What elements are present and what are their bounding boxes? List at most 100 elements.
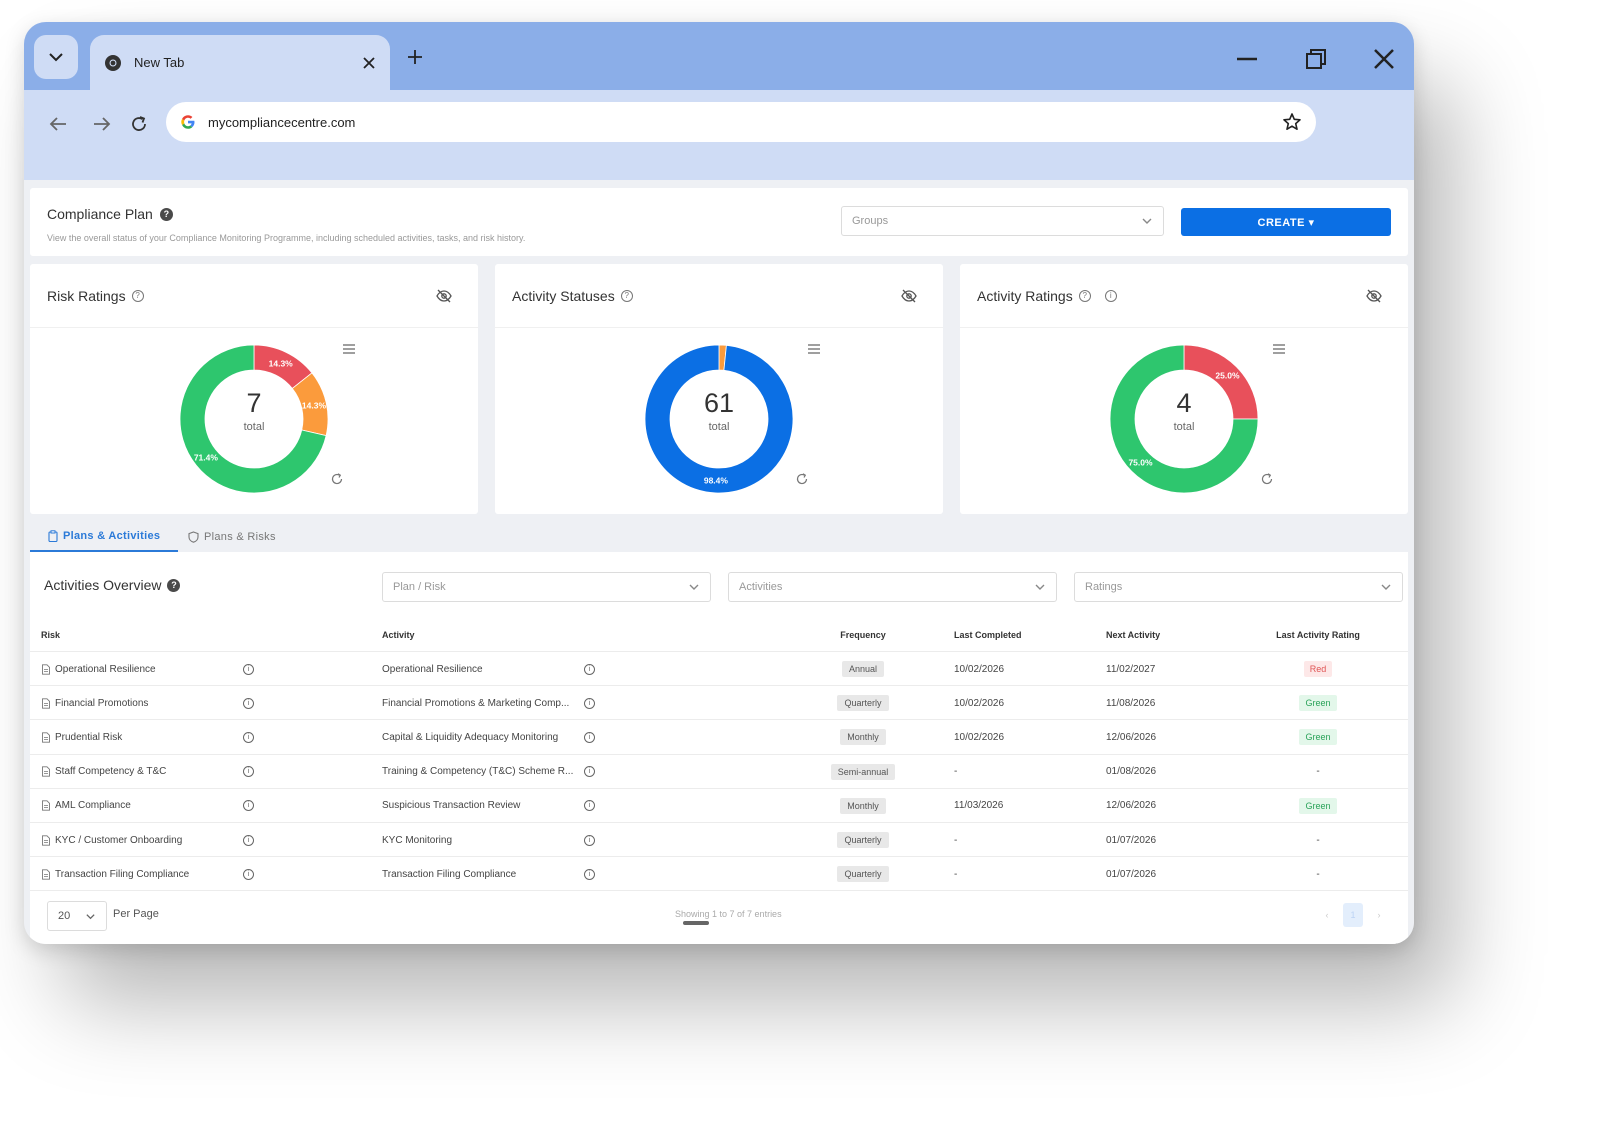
help-icon[interactable]: ? — [131, 289, 144, 302]
rating-badge: Green — [1299, 695, 1337, 712]
risk-info-button[interactable]: i — [243, 823, 254, 857]
help-icon[interactable]: ? — [167, 578, 181, 592]
activities-select[interactable]: Activities — [728, 572, 1057, 602]
restore-icon — [1306, 49, 1326, 69]
column-header-risk[interactable]: Risk — [41, 630, 60, 640]
activity-info-button[interactable]: i — [584, 823, 595, 857]
risk-info-button[interactable]: i — [243, 652, 254, 686]
refresh-icon[interactable] — [1261, 473, 1273, 485]
slice-label: 14.3% — [269, 359, 294, 369]
create-button[interactable]: CREATE ▾ — [1181, 208, 1391, 236]
risk-info-button[interactable]: i — [243, 686, 254, 720]
eye-off-icon[interactable] — [1366, 288, 1382, 304]
next-page-button[interactable]: › — [1369, 903, 1389, 927]
last-completed-cell: - — [954, 766, 958, 778]
table-row[interactable]: Staff Competency & T&C i Training & Comp… — [30, 753, 1408, 789]
column-header-activity[interactable]: Activity — [382, 630, 415, 640]
prev-page-button[interactable]: ‹ — [1317, 903, 1337, 927]
table-row[interactable]: AML Compliance i Suspicious Transaction … — [30, 787, 1408, 823]
activity-name: Financial Promotions & Marketing Comp... — [382, 697, 570, 709]
close-icon[interactable] — [362, 56, 376, 70]
next-activity-cell: 11/02/2027 — [1106, 663, 1156, 675]
activity-info-button[interactable]: i — [584, 857, 595, 891]
reload-icon — [132, 116, 146, 131]
forward-button[interactable] — [88, 110, 116, 138]
refresh-icon[interactable] — [331, 473, 343, 485]
help-icon[interactable]: ? — [1078, 289, 1091, 302]
minimize-button[interactable] — [1232, 44, 1262, 74]
risk-cell: Operational Resilience — [41, 652, 156, 686]
browser-tab[interactable]: New Tab — [90, 35, 390, 90]
help-icon[interactable]: ? — [159, 207, 173, 221]
url-text: mycompliancecentre.com — [208, 114, 356, 130]
table-row[interactable]: Transaction Filing Compliance i Transact… — [30, 856, 1408, 890]
menu-icon[interactable] — [1273, 344, 1285, 354]
last-completed-cell: 10/02/2026 — [954, 731, 1005, 743]
column-header-last-activity-rating[interactable]: Last Activity Rating — [1268, 630, 1368, 640]
donut-center: 4 total — [1134, 388, 1234, 433]
rating-cell: Green — [1268, 686, 1368, 720]
reload-button[interactable] — [125, 110, 153, 138]
donut-center: 61 total — [669, 388, 769, 433]
column-header-frequency[interactable]: Frequency — [821, 630, 905, 640]
frequency-badge: Quarterly — [837, 832, 889, 848]
risk-name: Staff Competency & T&C — [55, 766, 167, 778]
table-row[interactable]: Financial Promotions i Financial Promoti… — [30, 685, 1408, 719]
total-count: 7 — [246, 388, 262, 418]
frequency-cell: Semi-annual — [821, 755, 905, 789]
groups-select[interactable]: Groups — [841, 206, 1164, 236]
info-icon: i — [584, 697, 595, 709]
new-tab-button[interactable] — [402, 44, 428, 70]
card-title: Risk Ratings — [47, 287, 126, 304]
menu-icon[interactable] — [343, 344, 355, 354]
document-icon — [42, 663, 50, 675]
info-icon: i — [243, 766, 254, 778]
back-button[interactable] — [44, 110, 72, 138]
activity-info-button[interactable]: i — [584, 755, 595, 789]
table-row[interactable]: Prudential Risk i Capital & Liquidity Ad… — [30, 719, 1408, 753]
menu-icon[interactable] — [808, 344, 820, 354]
address-bar[interactable]: mycompliancecentre.com — [166, 102, 1316, 142]
total-label: total — [243, 421, 265, 433]
eye-off-icon[interactable] — [901, 288, 917, 304]
activity-info-button[interactable]: i — [584, 789, 595, 823]
column-header-last-completed[interactable]: Last Completed — [954, 630, 1022, 640]
table-row[interactable]: Operational Resilience i Operational Res… — [30, 651, 1408, 685]
risk-info-button[interactable]: i — [243, 755, 254, 789]
column-header-next-activity[interactable]: Next Activity — [1106, 630, 1160, 640]
tab-plans-risks[interactable]: Plans & Risks — [188, 522, 298, 552]
view-tabs: Plans & Activities Plans & Risks — [30, 522, 1408, 552]
next-activity-cell: 01/08/2026 — [1106, 766, 1157, 778]
info-icon[interactable]: i — [1104, 289, 1117, 302]
total-label: total — [1173, 421, 1195, 433]
plan-risk-select[interactable]: Plan / Risk — [382, 572, 711, 602]
frequency-badge: Quarterly — [837, 695, 889, 712]
table-row[interactable]: KYC / Customer Onboarding i KYC Monitori… — [30, 822, 1408, 856]
next-activity-cell: 01/07/2026 — [1106, 834, 1157, 846]
eye-off-icon[interactable] — [436, 288, 452, 304]
info-icon: i — [243, 868, 254, 880]
activity-info-button[interactable]: i — [584, 686, 595, 720]
slice-label: 98.4% — [704, 475, 729, 485]
chrome-icon — [105, 54, 121, 71]
risk-info-button[interactable]: i — [243, 857, 254, 891]
activity-info-button[interactable]: i — [584, 652, 595, 686]
rating-value: - — [1316, 868, 1320, 880]
rating-badge: Green — [1299, 729, 1337, 746]
scrollbar-thumb[interactable] — [683, 921, 709, 925]
star-icon[interactable] — [1282, 112, 1302, 132]
risk-info-button[interactable]: i — [243, 720, 254, 754]
tab-plans-activities[interactable]: Plans & Activities — [30, 522, 178, 552]
last-completed-cell: 11/03/2026 — [954, 800, 1004, 812]
restore-button[interactable] — [1301, 44, 1331, 74]
card-title: Activity Ratings — [977, 287, 1073, 304]
ratings-select[interactable]: Ratings — [1074, 572, 1403, 602]
tab-search-button[interactable] — [34, 35, 78, 79]
help-icon[interactable]: ? — [620, 289, 633, 302]
risk-info-button[interactable]: i — [243, 789, 254, 823]
per-page-select[interactable]: 20 — [47, 901, 107, 931]
activity-info-button[interactable]: i — [584, 720, 595, 754]
page-1-button[interactable]: 1 — [1343, 903, 1363, 927]
close-window-button[interactable] — [1369, 44, 1399, 74]
refresh-icon[interactable] — [796, 473, 808, 485]
